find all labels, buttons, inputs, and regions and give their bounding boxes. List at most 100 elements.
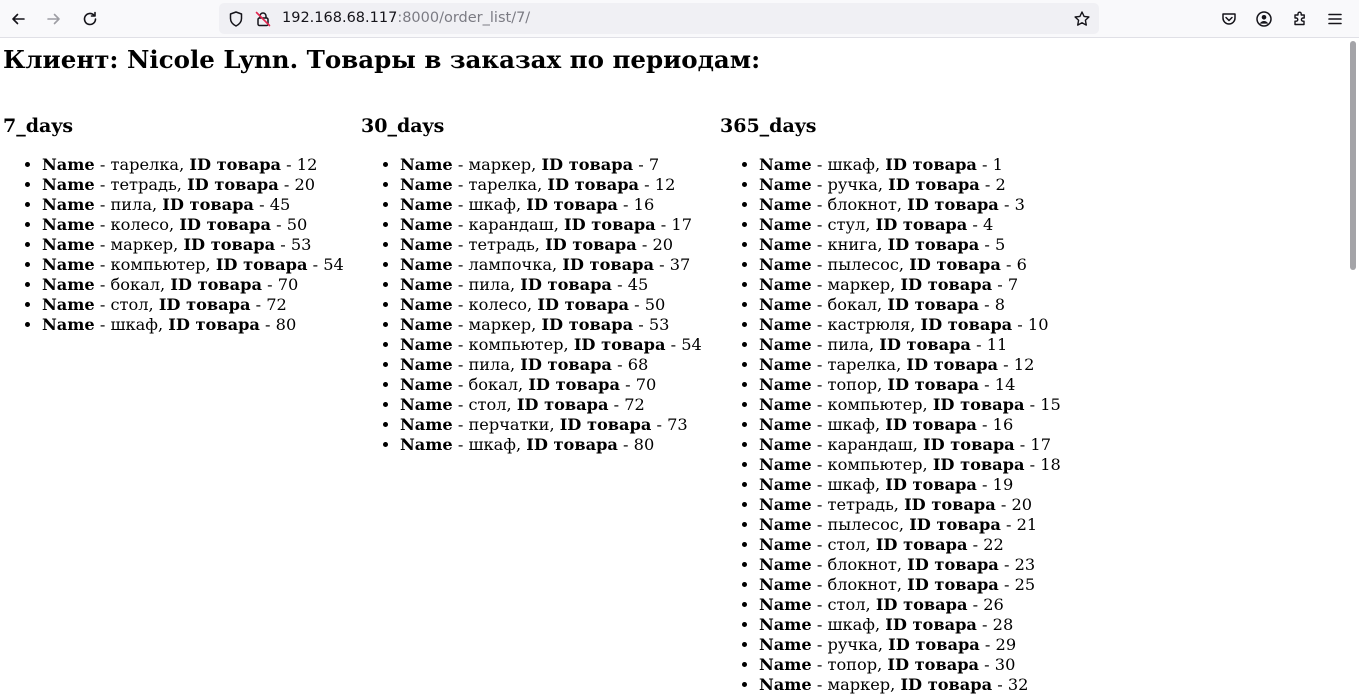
list-item: Name - перчатки, ID товара - 73 bbox=[400, 415, 719, 435]
bookmark-star-icon[interactable] bbox=[1073, 10, 1091, 28]
product-name: пила bbox=[827, 335, 869, 354]
list-item: Name - стол, ID товара - 22 bbox=[759, 535, 1078, 555]
product-name: пила bbox=[110, 195, 152, 214]
product-name: маркер bbox=[468, 315, 532, 334]
name-label: Name bbox=[759, 375, 812, 394]
list-item: Name - бокал, ID товара - 8 bbox=[759, 295, 1078, 315]
name-label: Name bbox=[759, 475, 812, 494]
product-name: шкаф bbox=[827, 615, 875, 634]
product-id: 37 bbox=[669, 255, 691, 274]
product-name: пила bbox=[468, 275, 510, 294]
id-label: ID товара bbox=[573, 335, 666, 354]
menu-button[interactable] bbox=[1321, 5, 1349, 33]
id-label: ID товара bbox=[885, 155, 977, 174]
product-name: ручка bbox=[827, 175, 878, 194]
product-id: 17 bbox=[1030, 435, 1052, 454]
name-label: Name bbox=[759, 235, 812, 254]
product-name: стул bbox=[827, 215, 866, 234]
name-label: Name bbox=[759, 195, 812, 214]
name-label: Name bbox=[759, 275, 812, 294]
id-label: ID товара bbox=[526, 195, 618, 214]
name-label: Name bbox=[759, 675, 812, 694]
product-id: 72 bbox=[624, 395, 645, 414]
product-id: 22 bbox=[983, 535, 1004, 554]
product-id: 30 bbox=[994, 655, 1016, 674]
tracking-shield-icon[interactable] bbox=[227, 10, 245, 28]
extensions-button[interactable] bbox=[1286, 5, 1314, 33]
account-button[interactable] bbox=[1250, 5, 1278, 33]
list-item: Name - пила, ID товара - 68 bbox=[400, 355, 719, 375]
product-name: лампочка bbox=[468, 255, 553, 274]
product-name: книга bbox=[827, 235, 878, 254]
id-label: ID товара bbox=[187, 175, 279, 194]
name-label: Name bbox=[759, 495, 812, 514]
url-text[interactable]: 192.168.68.117:8000/order_list/7/ bbox=[282, 3, 530, 34]
id-label: ID товара bbox=[932, 455, 1025, 474]
list-item: Name - шкаф, ID товара - 80 bbox=[42, 315, 361, 335]
product-id: 54 bbox=[681, 335, 702, 354]
name-label: Name bbox=[759, 355, 812, 374]
reload-button[interactable] bbox=[76, 5, 104, 33]
id-label: ID товара bbox=[923, 435, 1015, 454]
list-item: Name - блокнот, ID товара - 23 bbox=[759, 555, 1078, 575]
id-label: ID товара bbox=[528, 375, 620, 394]
product-name: стол bbox=[468, 395, 507, 414]
name-label: Name bbox=[400, 335, 453, 354]
list-item: Name - тарелка, ID товара - 12 bbox=[42, 155, 361, 175]
name-label: Name bbox=[759, 555, 812, 574]
page-content: Клиент: Nicole Lynn. Товары в заказах по… bbox=[0, 39, 1347, 695]
product-name: компьютер bbox=[468, 335, 564, 354]
product-name: пила bbox=[468, 355, 510, 374]
list-item: Name - шкаф, ID товара - 16 bbox=[400, 195, 719, 215]
list-item: Name - блокнот, ID товара - 25 bbox=[759, 575, 1078, 595]
pocket-icon bbox=[1222, 13, 1236, 25]
list-item: Name - пылесос, ID товара - 6 bbox=[759, 255, 1078, 275]
list-item: Name - маркер, ID товара - 53 bbox=[42, 235, 361, 255]
list-item: Name - книга, ID товара - 5 bbox=[759, 235, 1078, 255]
id-label: ID товара bbox=[885, 615, 977, 634]
id-label: ID товара bbox=[887, 655, 980, 674]
insecure-lock-icon[interactable] bbox=[254, 10, 272, 28]
product-id: 1 bbox=[992, 155, 1003, 174]
id-label: ID товара bbox=[887, 375, 980, 394]
url-host: 192.168.68.117 bbox=[282, 10, 398, 26]
name-label: Name bbox=[759, 415, 812, 434]
product-name: топор bbox=[827, 655, 878, 674]
product-id: 19 bbox=[992, 475, 1014, 494]
id-label: ID товара bbox=[900, 675, 993, 694]
page-scrollbar[interactable] bbox=[1347, 39, 1359, 695]
list-item: Name - тетрадь, ID товара - 20 bbox=[400, 235, 719, 255]
name-label: Name bbox=[42, 255, 95, 274]
url-path: :8000/order_list/7/ bbox=[397, 10, 531, 26]
product-id: 70 bbox=[277, 275, 299, 294]
id-label: ID товара bbox=[907, 555, 999, 574]
address-bar[interactable]: 192.168.68.117:8000/order_list/7/ bbox=[219, 3, 1099, 34]
forward-button[interactable] bbox=[40, 5, 68, 33]
pocket-button[interactable] bbox=[1215, 5, 1243, 33]
name-label: Name bbox=[759, 535, 812, 554]
reload-icon bbox=[83, 11, 97, 26]
scrollbar-thumb[interactable] bbox=[1350, 41, 1356, 270]
name-label: Name bbox=[400, 255, 453, 274]
product-name: шкаф bbox=[110, 315, 158, 334]
product-name: стол bbox=[827, 535, 866, 554]
id-label: ID товара bbox=[189, 155, 282, 174]
id-label: ID товара bbox=[875, 595, 968, 614]
id-label: ID товара bbox=[900, 275, 993, 294]
product-name: кастрюля bbox=[827, 315, 911, 334]
name-label: Name bbox=[400, 435, 453, 454]
hamburger-menu-icon bbox=[1328, 13, 1342, 25]
id-label: ID товара bbox=[516, 395, 609, 414]
id-label: ID товара bbox=[559, 415, 652, 434]
product-id: 80 bbox=[275, 315, 297, 334]
product-name: компьютер bbox=[827, 395, 923, 414]
product-name: блокнот bbox=[827, 195, 897, 214]
product-name: шкаф bbox=[468, 435, 516, 454]
id-label: ID товара bbox=[885, 475, 977, 494]
id-label: ID товара bbox=[547, 175, 640, 194]
name-label: Name bbox=[759, 655, 812, 674]
product-name: перчатки bbox=[468, 415, 550, 434]
product-name: пылесос bbox=[827, 255, 899, 274]
back-button[interactable] bbox=[4, 5, 32, 33]
puzzle-piece-icon bbox=[1294, 11, 1305, 26]
